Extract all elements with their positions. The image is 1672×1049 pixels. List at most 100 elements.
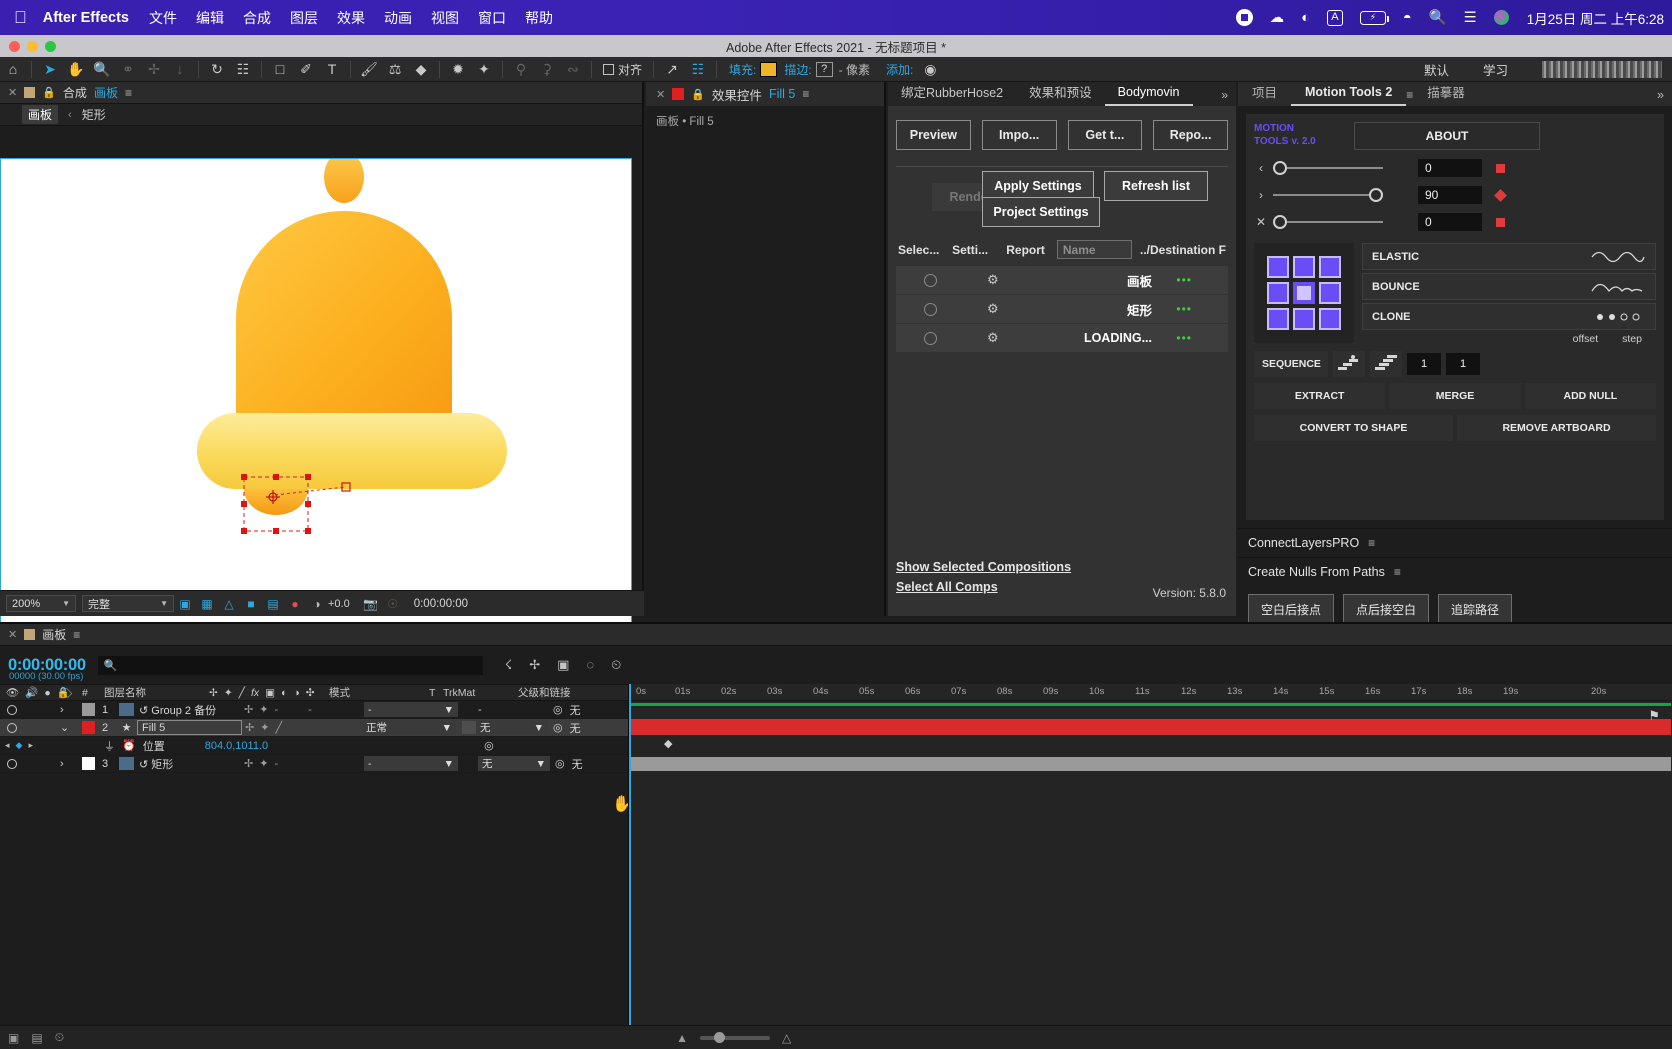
keyframe-diamond-icon[interactable] <box>1494 188 1507 202</box>
lock-icon[interactable]: 🔒 <box>691 88 705 101</box>
layer-bar-2[interactable] <box>630 719 1671 735</box>
search-icon[interactable]: 🔍 <box>1429 9 1447 26</box>
show-snapshot-icon[interactable]: ☉ <box>382 591 404 617</box>
refresh-list-button[interactable]: Refresh list <box>1104 171 1208 201</box>
layer-name[interactable]: ↺ Group 2 备份 <box>134 702 244 718</box>
anchor-cell-middle-left[interactable] <box>1267 282 1289 304</box>
resolution-select[interactable]: 完整 ▼ <box>82 595 174 612</box>
collapse-arrow-icon[interactable]: ⌄ <box>60 721 82 734</box>
layer-color-swatch[interactable] <box>82 721 95 734</box>
toggle-switches-icon[interactable]: ▣ <box>8 1031 19 1045</box>
weather-icon[interactable]: ☁ <box>1270 10 1285 26</box>
menu-item-view[interactable]: 视图 <box>431 8 459 28</box>
align-checkbox-icon[interactable] <box>603 63 614 75</box>
step-value-input[interactable]: 1 <box>1446 353 1480 375</box>
slider-knob[interactable] <box>1273 215 1287 229</box>
gear-icon[interactable]: ⚙ <box>987 301 999 317</box>
toggle-view-layout-icon[interactable]: ▤ <box>262 591 284 617</box>
tab-rubberhose2[interactable]: 绑定RubberHose2 <box>888 78 1016 106</box>
quality-icon[interactable]: ╱ <box>275 721 282 734</box>
clone-button[interactable]: CLONE <box>1362 303 1656 330</box>
close-icon[interactable]: ✕ <box>8 86 17 99</box>
comp-marker-icon[interactable]: ⚑ <box>1648 708 1660 724</box>
tab-effects-presets[interactable]: 效果和预设 <box>1016 78 1105 106</box>
menu-bar-clock[interactable]: 1月25日 周二 上午6:28 <box>1527 8 1664 28</box>
mode-select[interactable]: - ▼ <box>364 756 458 771</box>
add-null-button[interactable]: ADD NULL <box>1524 383 1656 409</box>
home-icon[interactable]: ⌂ <box>0 57 26 82</box>
video-toggle-icon[interactable] <box>7 722 17 733</box>
close-icon[interactable]: ✕ <box>8 628 17 641</box>
anchor-cell-top-left[interactable] <box>1267 256 1289 278</box>
align-toggle[interactable]: 对齐 <box>603 61 642 78</box>
table-row[interactable]: ⌄ 2 ★ Fill 5 ✢ ✦ ╱ 正常 ▼ 无 ▼ ◎ 无 <box>0 719 628 737</box>
hand-tool-icon[interactable]: ✋ <box>63 57 89 82</box>
puppet-starch-icon[interactable]: ⚳ <box>534 57 560 82</box>
property-value[interactable]: 804.0,1011.0 <box>205 740 268 752</box>
show-selected-compositions-link[interactable]: Show Selected Compositions <box>896 560 1071 574</box>
anchor-cell-middle-right[interactable] <box>1319 282 1341 304</box>
merge-button[interactable]: MERGE <box>1389 383 1521 409</box>
zoom-in-icon[interactable]: △ <box>782 1031 791 1045</box>
parent-value[interactable]: 无 <box>570 720 581 736</box>
property-row[interactable]: ◂ ◆ ▸ ⏚ ⏰ 位置 804.0,1011.0 ◎ <box>0 737 628 755</box>
puppet-pin-tool-icon[interactable]: ✦ <box>471 57 497 82</box>
sequence-cascade-icon[interactable] <box>1370 351 1402 377</box>
effect-controls-label[interactable]: 效果控件 <box>712 85 762 104</box>
transform-icon[interactable]: ✦ <box>259 703 268 716</box>
keyframe-square-icon[interactable] <box>1496 163 1505 173</box>
channel-icon[interactable]: ● <box>284 591 306 617</box>
gear-icon[interactable]: ⚙ <box>987 272 999 288</box>
layer-color-swatch[interactable] <box>82 703 95 716</box>
shape-tool-icon[interactable]: □ <box>267 57 293 82</box>
mode-select[interactable]: 正常 ▼ <box>362 720 456 735</box>
menu-item-effect[interactable]: 效果 <box>337 8 365 28</box>
keyframe-marker-icon[interactable]: ◆ <box>664 737 672 750</box>
trkmat-value[interactable]: - <box>478 704 553 716</box>
anchor-cell-bottom-right[interactable] <box>1319 308 1341 330</box>
composition-mini-flowchart-icon[interactable]: ☇ <box>505 657 512 673</box>
zoom-level-select[interactable]: 200% ▼ <box>6 595 76 612</box>
search-input[interactable]: 🔍 <box>97 655 483 675</box>
keyframe-prev-icon[interactable]: ◂ <box>5 740 10 751</box>
pen-tool-icon[interactable]: ✐ <box>293 57 319 82</box>
extract-button[interactable]: EXTRACT <box>1254 383 1386 409</box>
report-button[interactable]: Repo... <box>1153 120 1228 150</box>
composition-tab-label[interactable]: 合成 <box>63 84 87 101</box>
chevron-right-icon[interactable]: » <box>1657 88 1672 106</box>
parent-pickwhip-icon[interactable]: ◎ <box>553 721 563 734</box>
keyframe-next-icon[interactable]: ▸ <box>28 740 33 751</box>
timeline-bars-area[interactable]: ◆ <box>629 701 1672 1049</box>
toggle-guides-icon[interactable]: △ <box>218 591 240 617</box>
trkmat-select[interactable]: 无 ▼ <box>476 720 548 735</box>
type-tool-icon[interactable]: T <box>319 57 345 82</box>
clone-stamp-tool-icon[interactable]: ⚖ <box>382 57 408 82</box>
composition-timecode[interactable]: 0:00:00:00 <box>414 598 468 610</box>
effect-controls-target[interactable]: Fill 5 <box>769 87 795 101</box>
motion-blur-icon[interactable]: ▣ <box>557 657 569 673</box>
list-item[interactable]: ⚙ 画板 ••• <box>896 266 1228 295</box>
parent-value[interactable]: 无 <box>572 756 583 772</box>
transform-icon[interactable]: ✦ <box>260 721 269 734</box>
panel-menu-icon[interactable]: ≡ <box>73 628 80 642</box>
quality-icon[interactable]: - <box>274 704 278 716</box>
panel-menu-icon[interactable]: ≡ <box>802 87 809 101</box>
anchor-icon[interactable]: ✢ <box>244 703 253 716</box>
slider-track[interactable] <box>1273 161 1383 175</box>
toggle-mask-icon[interactable]: ▣ <box>174 591 196 617</box>
timeline-zoom-slider[interactable] <box>699 1031 770 1043</box>
toggle-transparency-grid-icon[interactable]: ▦ <box>196 591 218 617</box>
create-nulls-from-paths-header[interactable]: Create Nulls From Paths ≡ <box>1238 557 1672 586</box>
siri-icon[interactable] <box>1493 10 1509 25</box>
puppet-overlap-icon[interactable]: ⚲ <box>508 57 534 82</box>
menu-item-animation[interactable]: 动画 <box>384 8 412 28</box>
workspace-learn[interactable]: 学习 <box>1483 60 1508 79</box>
slider-track[interactable] <box>1273 188 1383 202</box>
destination-folder-label[interactable]: ../Destination F <box>1140 243 1226 257</box>
composition-tab-name[interactable]: 画板 <box>94 84 118 101</box>
fill-swatch[interactable] <box>760 61 778 77</box>
anchor-icon[interactable]: ✢ <box>244 757 253 770</box>
select-radio-icon[interactable] <box>924 302 937 316</box>
anchor-cell-top-right[interactable] <box>1319 256 1341 278</box>
exposure-value[interactable]: +0.0 <box>328 598 350 610</box>
